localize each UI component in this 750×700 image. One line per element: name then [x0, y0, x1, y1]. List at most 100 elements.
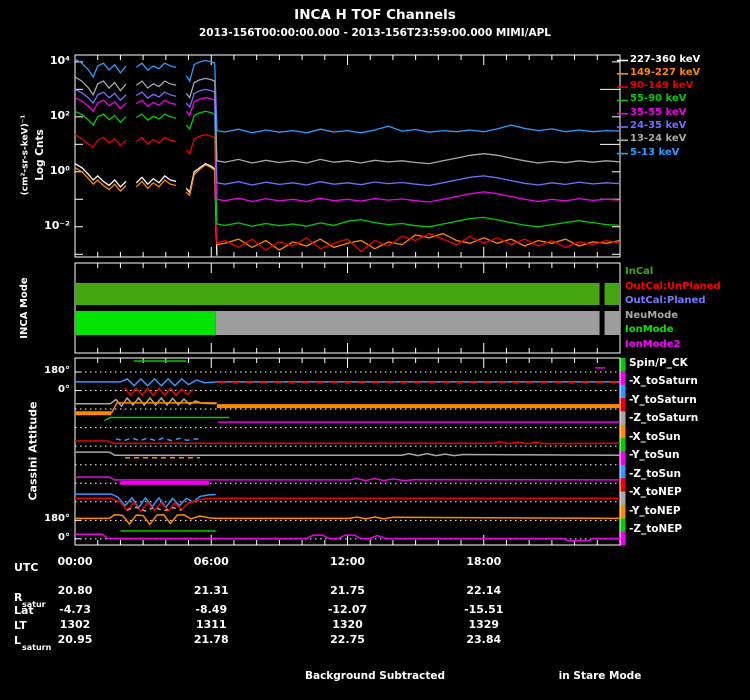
attitude-color-stack	[620, 371, 626, 386]
mode-panel-ylabel: INCA Mode	[19, 277, 30, 339]
mode-bar-incal	[604, 283, 620, 305]
top-legend-35-55-keV: 35-55 keV	[630, 106, 687, 118]
ephemeris-value: -4.73	[59, 603, 91, 616]
ephemeris-value: 1311	[195, 618, 227, 631]
attitude-color-stack	[620, 451, 626, 466]
log-ytick-label: 10⁰	[49, 163, 70, 177]
top-legend-13-24-keV: 13-24 keV	[630, 133, 687, 145]
attitude-color-stack	[620, 438, 626, 452]
ephemeris-value: 20.95	[57, 633, 93, 646]
attitude-panel-frame	[74, 357, 621, 546]
attitude-trace	[110, 402, 217, 414]
attitude-trace	[75, 440, 621, 445]
series-55-90-kev-line	[74, 110, 621, 228]
ephemeris-value: 23.84	[466, 633, 502, 646]
series-90-149-kev-line	[74, 134, 621, 253]
ephemeris-row-label: LT	[14, 619, 27, 632]
attitude-legend--Y-toNEP: -Y_toNEP	[629, 504, 681, 517]
series-35-55-kev-line	[74, 96, 621, 203]
top-panel-ylabel-units: (cm²-sr-s-keV)⁻¹	[20, 114, 31, 196]
attitude-color-stack	[620, 531, 626, 546]
attitude-color-stack	[620, 384, 626, 399]
top-legend-90-149-keV: 90-149 keV	[630, 80, 694, 92]
series-13-24-kev-line	[74, 76, 621, 165]
attitude-trace	[104, 416, 230, 422]
page-subtitle: 2013-156T00:00:00.000 - 2013-156T23:59:0…	[199, 27, 551, 39]
ephemeris-value: 22.75	[330, 633, 365, 646]
utc-axis-label: UTC	[14, 561, 39, 574]
top-legend-5-13-keV: 5-13 keV	[630, 146, 680, 158]
utc-tick-label: 00:00	[57, 555, 93, 568]
attitude-legend--Z-toSun: -Z_toSun	[629, 467, 681, 480]
ephemeris-row-label: L	[14, 634, 22, 647]
series-149-227-kev-line	[74, 164, 621, 251]
mode-bar-incal	[75, 283, 600, 305]
mode-legend-OutCal-Planed: OutCal:Planed	[625, 295, 706, 307]
ephemeris-value: 1302	[59, 618, 91, 631]
attitude-trace	[115, 437, 203, 442]
log-ytick-label: 10²	[49, 108, 70, 122]
attitude-legend--Z-toSaturn: -Z_toSaturn	[629, 412, 699, 424]
top-legend-227-360-keV: 227-360 keV	[630, 53, 701, 65]
mode-panel-frame	[74, 262, 621, 354]
attitude-ytick-label: 180°	[44, 365, 70, 377]
attitude-color-stack	[620, 411, 626, 426]
attitude-trace	[75, 476, 621, 482]
attitude-color-stack	[620, 398, 626, 412]
mode-bar-neumode	[215, 311, 600, 335]
mode-bar-neumode	[604, 311, 620, 335]
attitude-legend--X-toSaturn: -X_toSaturn	[629, 375, 698, 387]
attitude-color-stack	[620, 518, 626, 533]
mode-legend-IonMode2: IonMode2	[625, 339, 681, 350]
ephemeris-value: 1320	[332, 618, 363, 631]
mode-legend-IonMode: IonMode	[625, 324, 674, 336]
top-legend-55-90-keV: 55-90 keV	[630, 93, 687, 105]
ephemeris-value: 21.78	[193, 633, 229, 646]
page-title: INCA H TOF Channels	[294, 7, 456, 23]
mode-bar-ionmode	[75, 311, 216, 335]
mode-legend-InCal: InCal	[625, 266, 654, 277]
utc-tick-label: 12:00	[329, 555, 365, 568]
attitude-color-stack	[620, 464, 626, 479]
top-legend-24-35-keV: 24-35 keV	[630, 120, 687, 131]
ephemeris-value: -8.49	[195, 603, 228, 616]
attitude-legend--Z-toNEP: -Z_toNEP	[629, 523, 683, 535]
attitude-panel-ylabel: Cassini Attitude	[26, 401, 40, 501]
ephemeris-value: 21.75	[330, 584, 365, 597]
attitude-color-stack	[620, 424, 626, 439]
attitude-color-stack	[620, 491, 626, 506]
attitude-ytick-label: 0°	[58, 383, 70, 395]
attitude-ytick-label: 0°	[58, 531, 70, 543]
attitude-legend--Y-toSun: -Y_toSun	[629, 449, 680, 461]
attitude-ytick-label: 180°	[44, 513, 70, 525]
attitude-trace	[75, 396, 216, 408]
log-ytick-label: 10⁻²	[44, 218, 70, 232]
mode-legend-OutCal-UnPlaned: OutCal:UnPlaned	[625, 280, 721, 292]
utc-tick-label: 06:00	[193, 555, 229, 568]
ephemeris-value: 22.14	[466, 584, 502, 597]
footer-stare-mode: in Stare Mode	[558, 670, 642, 682]
ephemeris-value: 1329	[468, 618, 500, 631]
attitude-legend--X-toNEP: -X_toNEP	[629, 486, 682, 498]
utc-tick-label: 18:00	[466, 555, 502, 568]
series-227-360-kev-line	[74, 162, 218, 256]
attitude-color-stack	[620, 504, 626, 519]
attitude-color-stack	[620, 358, 626, 372]
attitude-trace	[124, 387, 194, 397]
ephemeris-value: -15.51	[464, 603, 504, 616]
mode-legend-NeuMode: NeuMode	[625, 309, 679, 321]
ephemeris-row-label: Lat	[14, 604, 34, 617]
ephemeris-value: 20.80	[57, 584, 93, 597]
top-legend-149-227-keV: 149-227 keV	[630, 66, 701, 78]
attitude-trace	[75, 513, 621, 526]
ephemeris-value: -12.07	[327, 603, 368, 616]
attitude-legend--X-toSun: -X_toSun	[629, 430, 681, 443]
plot-stage: INCA H TOF Channels 2013-156T00:00:00.00…	[0, 0, 750, 700]
attitude-color-stack	[620, 478, 626, 493]
ephemeris-row-sublabel: saturn	[22, 643, 52, 652]
attitude-trace	[75, 451, 621, 457]
attitude-legend-Spin-P-CK: Spin/P_CK	[629, 356, 688, 369]
footer-background-subtracted: Background Subtracted	[304, 670, 446, 682]
ephemeris-value: 21.31	[193, 584, 229, 597]
attitude-legend--Y-toSaturn: -Y_toSaturn	[629, 393, 697, 406]
